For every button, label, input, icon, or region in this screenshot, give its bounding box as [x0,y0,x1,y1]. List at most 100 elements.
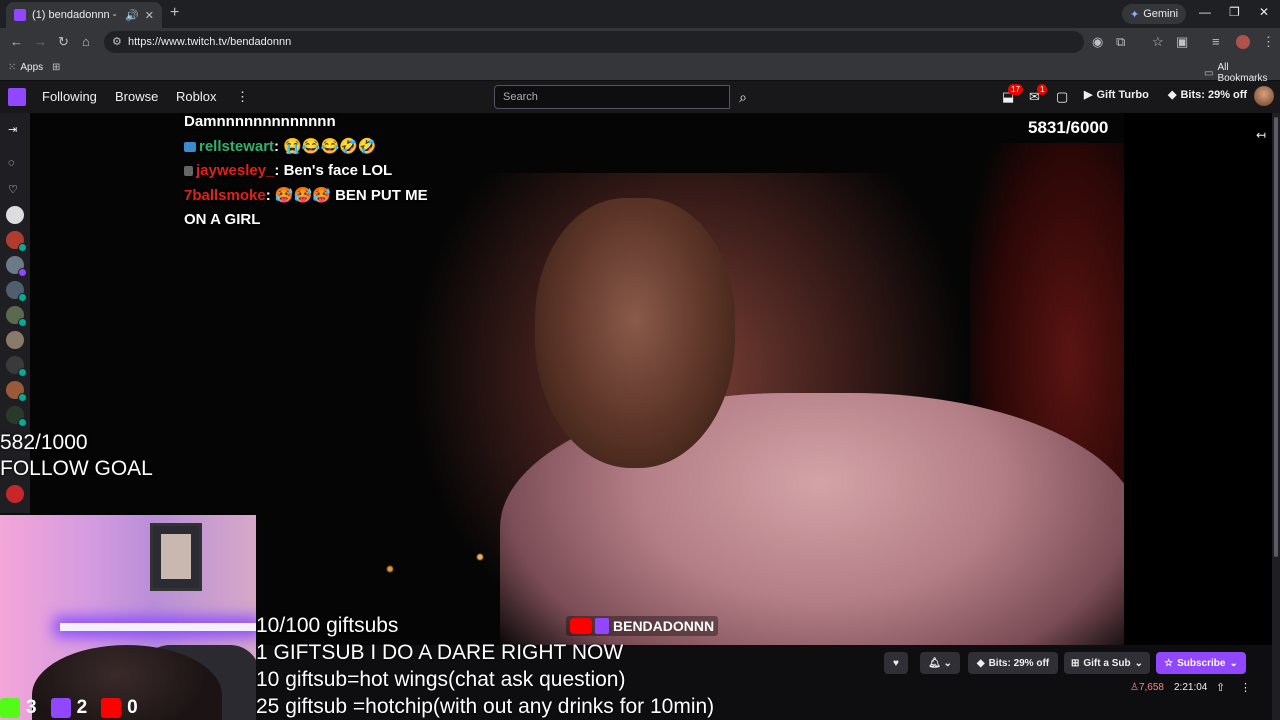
restore-button[interactable]: ❐ [1229,5,1240,19]
follow-goal: 582/1000 FOLLOW GOAL [0,430,153,482]
minimize-button[interactable]: — [1199,5,1211,19]
chat-line: 7ballsmoke: 🥵🥵🥵 BEN PUT ME ON A GIRL [184,184,454,233]
gift-sub-goals: 10/100 giftsubs 1 GIFTSUB I DO A DARE RI… [256,612,714,720]
browser-tab-strip: (1) bendadonnn - Twitch 🔊 ✕ + ✦ Gemini —… [0,0,1280,28]
viewer-icon: ♙ [1130,682,1139,693]
scrollbar-thumb[interactable] [1274,117,1278,557]
stream-uptime: 2:21:04 [1174,682,1208,693]
bell-icon: 🔔︎ ⌄ [928,657,952,669]
whispers-icon[interactable]: ▢ [1056,89,1068,105]
youtube-icon [101,697,122,718]
channel-avatar[interactable] [6,485,24,503]
channel-avatar[interactable] [6,281,27,302]
forward-icon[interactable]: → [34,34,47,50]
sub-goal-counter: 5831/6000 [1028,118,1109,137]
channel-avatar[interactable] [6,406,27,427]
apps-grid-icon: ⁙ [8,62,17,73]
gift-turbo-label: Gift Turbo [1096,88,1149,101]
follow-heart-button[interactable]: ♥ [884,652,908,674]
notification-bell-button[interactable]: 🔔︎ ⌄ [920,652,960,674]
expand-sidebar-icon[interactable]: ⇥ [8,123,17,136]
channel-avatar[interactable] [6,381,27,402]
tab-title: (1) bendadonnn - Twitch [32,9,119,21]
kick-icon [0,697,20,718]
live-indicator [18,368,27,377]
chevron-down-icon: ⌄ [1134,657,1143,669]
new-tab-button[interactable]: + [170,4,179,22]
nav-following[interactable]: Following [42,89,97,104]
nav-roblox[interactable]: Roblox [176,89,216,104]
tab-groups-icon[interactable]: ⊞ [52,62,60,73]
close-tab-icon[interactable]: ✕ [145,9,154,22]
extension-icon[interactable]: ◉ [1092,34,1103,50]
chat-username: jaywesley_ [196,162,275,179]
collapsed-chat-area [1124,113,1272,645]
back-icon[interactable]: ← [10,34,23,50]
address-bar[interactable]: ⚙ https://www.twitch.tv/bendadonnn [104,31,1084,53]
gift-sub-button[interactable]: ⊞ Gift a Sub ⌄ [1064,652,1150,674]
channel-avatar[interactable] [6,331,24,349]
chat-username: rellstewart [199,137,275,155]
gemini-button[interactable]: ✦ Gemini [1122,4,1187,24]
menu-kebab-icon[interactable]: ⋮ [1262,34,1275,50]
gemini-label: Gemini [1143,8,1179,20]
follow-goal-count: 582/1000 [0,431,88,454]
live-indicator [18,268,27,277]
goal-line: 1 GIFTSUB I DO A DARE RIGHT NOW [256,641,624,664]
channel-avatar[interactable] [6,256,27,277]
bits-action-button[interactable]: ◆ Bits: 29% off [968,652,1058,674]
live-indicator [18,243,27,252]
share-icon[interactable]: ⇧ [1216,681,1225,694]
bits-icon: ◆ [976,657,985,669]
twitch-logo-icon[interactable] [8,88,26,106]
bits-button[interactable]: ◆ Bits: 29% off [1168,88,1247,102]
subscribe-button[interactable]: ☆ Subscribe ⌄ [1156,652,1246,674]
badge-icon [184,141,196,152]
search-input[interactable]: Search [494,85,730,109]
youtube-count: 0 [127,696,138,718]
followed-heart-icon[interactable]: ♡ [8,183,18,196]
gift-icon: ⊞ [1070,657,1080,669]
bookmarks-icon[interactable]: ☆ [1152,34,1164,50]
live-indicator [18,418,27,427]
more-options-icon[interactable]: ⋮ [1240,681,1251,694]
speaker-icon[interactable]: 🔊 [125,9,139,22]
site-info-icon[interactable]: ⚙ [112,35,122,48]
twitch-icon [50,697,71,718]
webcam-overlay [0,515,256,720]
channel-avatar[interactable] [6,306,27,327]
channel-avatar[interactable] [6,231,27,252]
live-indicator [18,293,27,302]
twitch-count: 2 [76,696,88,718]
gift-turbo-button[interactable]: ▶ Gift Turbo [1084,88,1149,102]
kick-count: 3 [26,696,37,718]
search-icon[interactable]: ⌕ [731,85,755,109]
browser-tab[interactable]: (1) bendadonnn - Twitch 🔊 ✕ [6,2,162,28]
viewer-count-value: 7,658 [1138,682,1164,693]
recommended-icon[interactable]: ◌ [8,157,15,169]
reload-icon[interactable]: ↻ [58,34,69,50]
viewer-count: ♙7,658 [1130,682,1164,693]
apps-bookmark[interactable]: ⁙ Apps [8,62,43,73]
apps-label: Apps [20,62,44,73]
live-indicator [18,318,27,327]
channel-avatar[interactable] [6,206,24,224]
profile-avatar[interactable] [1236,35,1250,49]
reading-list-icon[interactable]: ≡ [1212,34,1220,50]
user-avatar[interactable] [1254,86,1274,106]
page-scrollbar[interactable] [1272,113,1280,720]
side-panel-icon[interactable]: ▣ [1176,34,1188,50]
chat-line: rellstewart: 😭😂😂🤣🤣 [184,135,454,160]
nav-browse[interactable]: Browse [115,89,158,104]
star-icon: ☆ [1164,657,1174,669]
goal-line: 10/100 giftsubs [256,614,399,637]
bits-icon: ◆ [1168,89,1177,101]
expand-chat-icon[interactable]: ↤ [1256,128,1266,142]
home-icon[interactable]: ⌂ [82,34,90,50]
subscribe-label: Subscribe [1177,657,1226,669]
close-window-button[interactable]: ✕ [1259,5,1269,19]
extensions-puzzle-icon[interactable]: ⧉ [1116,34,1125,50]
chat-overlay: Damnnnnnnnnnnnnn rellstewart: 😭😂😂🤣🤣 jayw… [184,110,454,233]
channel-avatar[interactable] [6,356,27,377]
more-options-icon[interactable]: ⋮ [236,89,249,105]
